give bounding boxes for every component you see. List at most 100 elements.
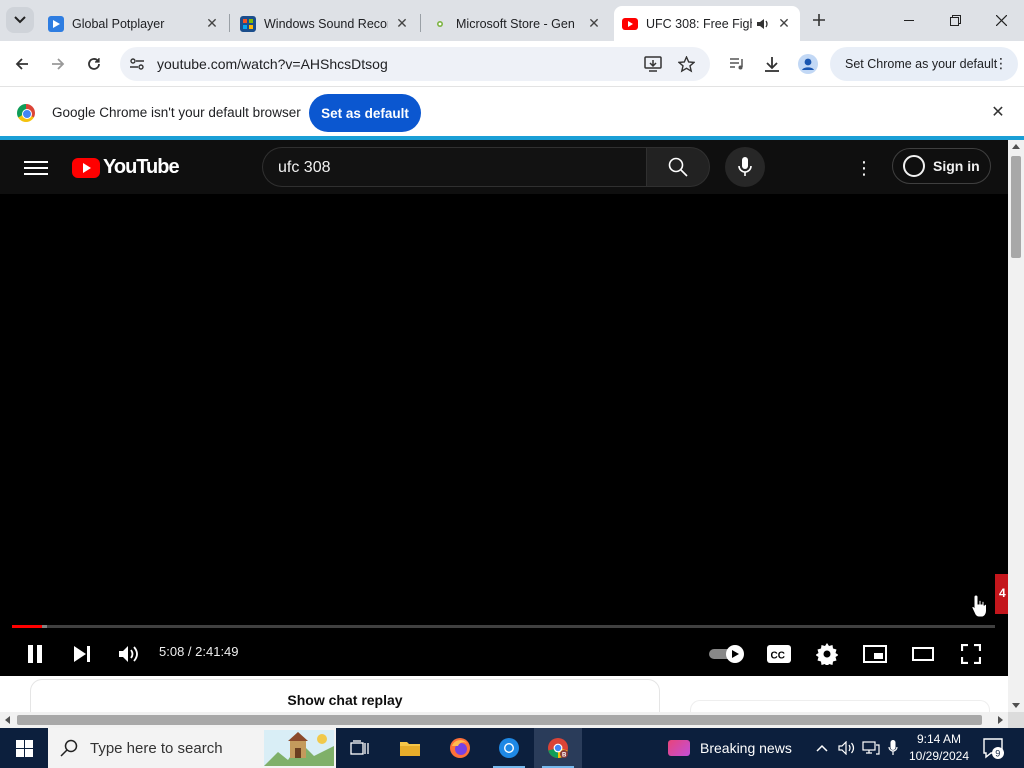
tab-windows-sound-recorder[interactable]: Windows Sound Recor ✕ (232, 6, 418, 41)
profile-button[interactable] (793, 49, 823, 79)
video-player[interactable] (0, 194, 1008, 676)
fullscreen-icon (961, 644, 981, 664)
search-input[interactable]: ufc 308 (262, 147, 647, 187)
close-icon[interactable]: ✕ (394, 15, 410, 32)
tab-divider (420, 14, 421, 32)
notification-icon[interactable]: 9 (982, 737, 1004, 759)
autoplay-toggle[interactable] (709, 636, 745, 672)
downloads-button[interactable] (757, 49, 787, 79)
scroll-down-arrow-icon[interactable] (1012, 703, 1020, 708)
bookmark-star-icon[interactable] (675, 53, 697, 75)
start-button[interactable] (0, 728, 48, 768)
tab-search-button[interactable] (6, 7, 34, 33)
time-display: 5:08 / 2:41:49 (159, 644, 239, 659)
settings-kebab-icon[interactable]: ⋮ (852, 156, 876, 180)
reload-button[interactable] (79, 49, 109, 79)
notification-count: 9 (995, 749, 1000, 759)
scroll-thumb[interactable] (17, 715, 982, 725)
show-chat-replay-button[interactable]: Show chat replay (30, 679, 660, 712)
captions-button[interactable]: CC (761, 636, 797, 672)
show-hidden-icons-button[interactable] (812, 728, 832, 768)
closed-captions-icon: CC (767, 645, 791, 663)
browser-toolbar: youtube.com/watch?v=AHShcsDtsog Set Chro… (0, 41, 1024, 87)
network-tray-button[interactable] (860, 728, 882, 768)
close-icon (995, 15, 1007, 26)
chrome-taskbar-button[interactable] (485, 728, 533, 768)
scroll-right-arrow-icon[interactable] (998, 716, 1003, 724)
taskbar-search-box[interactable]: Type here to search (48, 728, 336, 768)
settings-button[interactable] (809, 636, 845, 672)
vertical-scrollbar[interactable] (1008, 140, 1024, 712)
volume-tray-button[interactable] (836, 728, 858, 768)
svg-text:B: B (562, 753, 567, 759)
menu-hamburger-icon[interactable] (24, 157, 48, 177)
forward-button[interactable] (43, 49, 73, 79)
network-icon (862, 741, 880, 755)
microphone-tray-button[interactable] (884, 728, 902, 768)
chevron-down-icon (14, 16, 26, 24)
new-tab-button[interactable] (808, 9, 830, 31)
fullscreen-button[interactable] (953, 636, 989, 672)
site-info-icon[interactable] (126, 53, 148, 75)
close-icon[interactable]: ✕ (204, 15, 220, 32)
close-icon[interactable]: ✕ (988, 102, 1008, 122)
chrome-active-taskbar-button[interactable]: B (534, 728, 582, 768)
scroll-up-arrow-icon[interactable] (1012, 144, 1020, 149)
tab-potplayer[interactable]: Global Potplayer ✕ (40, 6, 228, 41)
generic-icon (432, 16, 448, 32)
infobar-message: Google Chrome isn't your default browser (52, 105, 301, 120)
back-button[interactable] (7, 49, 37, 79)
tab-strip: Global Potplayer ✕ Windows Sound Recor ✕… (0, 0, 1024, 41)
sign-in-label: Sign in (933, 158, 980, 174)
scroll-thumb[interactable] (1011, 156, 1021, 258)
taskbar-clock[interactable]: 9:14 AM 10/29/2024 (902, 731, 976, 765)
tab-divider (229, 14, 230, 32)
youtube-masthead: YouTube ufc 308 ⋮ Sign in (0, 140, 1008, 194)
search-button[interactable] (646, 147, 710, 187)
search-query: ufc 308 (278, 159, 331, 176)
news-label: Breaking news (700, 740, 792, 756)
news-widget[interactable]: Breaking news (668, 728, 792, 768)
install-app-icon[interactable] (642, 53, 664, 75)
theater-mode-button[interactable] (905, 636, 941, 672)
download-icon (765, 57, 779, 72)
default-browser-infobar: Google Chrome isn't your default browser… (0, 88, 1024, 136)
progress-bar[interactable] (12, 625, 995, 628)
speaker-icon[interactable] (756, 18, 770, 30)
task-view-button[interactable] (336, 728, 384, 768)
close-icon[interactable]: ✕ (776, 15, 792, 32)
next-button[interactable] (64, 636, 100, 672)
profile-icon (798, 54, 818, 74)
miniplayer-button[interactable] (857, 636, 893, 672)
below-player-area: Show chat replay (0, 676, 1008, 712)
set-chrome-default-chip[interactable]: Set Chrome as your default ⋮ (830, 47, 1018, 81)
volume-button[interactable] (111, 636, 147, 672)
youtube-logo[interactable]: YouTube (72, 156, 180, 179)
address-bar[interactable]: youtube.com/watch?v=AHShcsDtsog (120, 47, 710, 81)
firefox-button[interactable] (436, 728, 484, 768)
set-as-default-button[interactable]: Set as default (309, 94, 421, 132)
firefox-icon (450, 738, 470, 758)
sign-in-button[interactable]: Sign in (892, 148, 991, 184)
tab-microsoft-store[interactable]: Microsoft Store - Gen ✕ (424, 6, 610, 41)
search-icon (60, 739, 78, 757)
pause-button[interactable] (17, 636, 53, 672)
tab-title: Microsoft Store - Gen (456, 16, 575, 31)
voice-search-button[interactable] (725, 147, 765, 187)
media-controls-button[interactable] (722, 49, 752, 79)
overlay-tag: 4 (995, 574, 1008, 614)
close-window-button[interactable] (978, 0, 1024, 41)
file-explorer-button[interactable] (386, 728, 434, 768)
close-icon[interactable]: ✕ (586, 15, 602, 32)
store-icon (240, 15, 256, 32)
minimize-button[interactable] (886, 0, 932, 41)
menu-kebab-icon[interactable]: ⋮ (994, 55, 1008, 72)
youtube-icon (622, 17, 638, 30)
restore-button[interactable] (932, 0, 978, 41)
chrome-icon (499, 738, 519, 758)
scroll-left-arrow-icon[interactable] (5, 716, 10, 724)
volume-icon (119, 646, 138, 662)
tab-youtube-ufc[interactable]: UFC 308: Free Figh ✕ (614, 6, 800, 41)
horizontal-scrollbar[interactable] (0, 712, 1008, 728)
reload-icon (88, 58, 100, 70)
